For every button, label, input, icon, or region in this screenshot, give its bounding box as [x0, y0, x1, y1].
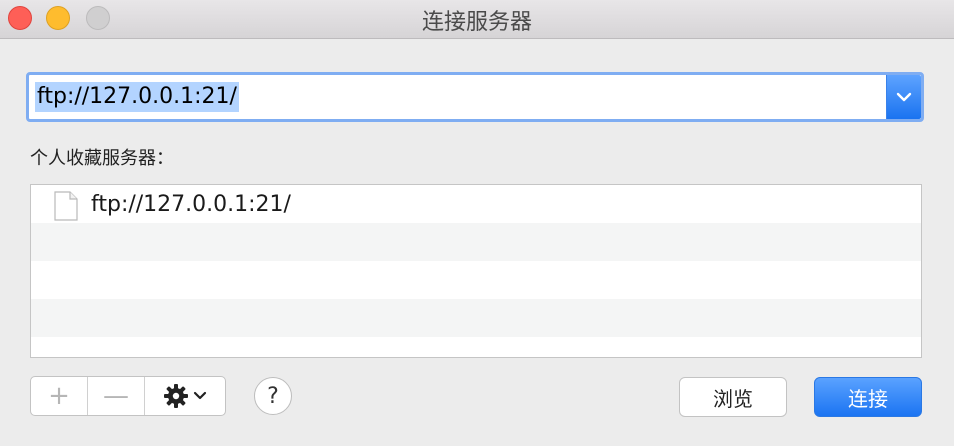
server-address-input[interactable]	[35, 81, 875, 113]
help-button[interactable]: ?	[254, 377, 292, 415]
document-icon	[54, 191, 78, 221]
empty-row	[31, 223, 921, 261]
remove-favorite-button[interactable]: —	[88, 377, 145, 415]
empty-row	[31, 299, 921, 337]
list-item[interactable]: ftp://127.0.0.1:21/	[31, 185, 921, 223]
empty-row	[31, 337, 921, 357]
title-bar: 连接服务器	[0, 0, 954, 39]
empty-row	[31, 261, 921, 299]
connect-button[interactable]: 连接	[814, 377, 922, 417]
favorites-label: 个人收藏服务器：	[30, 148, 174, 169]
window-title: 连接服务器	[421, 10, 532, 35]
actions-menu-button[interactable]	[145, 377, 225, 415]
server-address-combobox[interactable]: ftp://127.0.0.1:21/	[26, 72, 924, 122]
chevron-down-icon	[896, 92, 912, 102]
server-history-dropdown-button[interactable]	[886, 75, 921, 119]
browse-button[interactable]: 浏览	[679, 377, 787, 417]
gear-icon	[164, 384, 188, 408]
chevron-down-icon	[193, 391, 207, 400]
list-item-label: ftp://127.0.0.1:21/	[91, 192, 291, 217]
favorites-toolbar: + —	[30, 376, 226, 416]
favorite-servers-list[interactable]: ftp://127.0.0.1:21/	[30, 184, 922, 358]
add-favorite-button[interactable]: +	[31, 377, 88, 415]
